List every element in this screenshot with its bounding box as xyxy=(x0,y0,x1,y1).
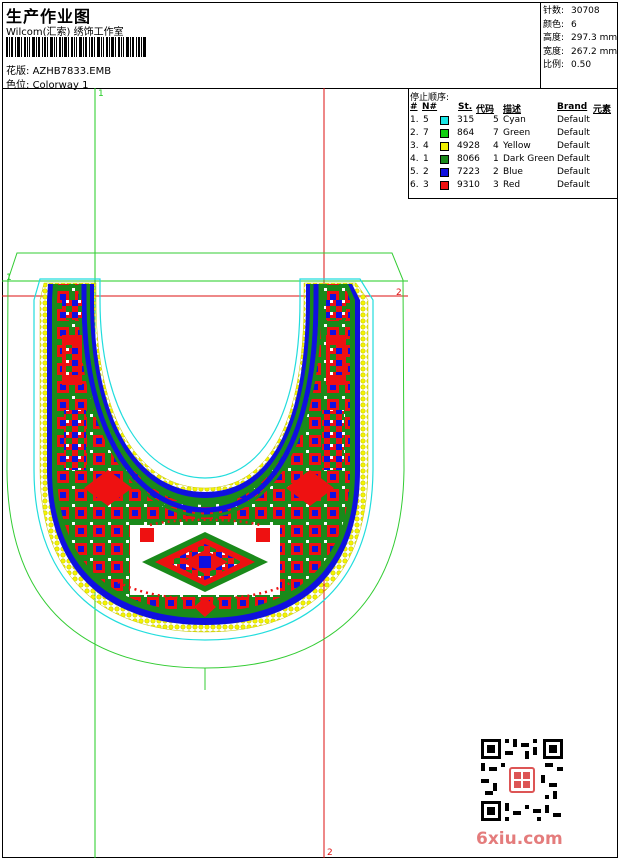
legend-row: 3. 4 4928 4 Yellow Default xyxy=(410,141,616,154)
legend-row: 6. 3 9310 3 Red Default xyxy=(410,180,616,193)
color-swatch xyxy=(440,168,449,177)
stat-height: 高度: 297.3 mm xyxy=(543,33,618,43)
legend-cell-code: 4 xyxy=(493,141,499,151)
legend-cell-num: 3. xyxy=(410,141,419,151)
legend-cell-st: 315 xyxy=(457,115,475,125)
legend-cell-code: 1 xyxy=(493,154,499,164)
embroidery-preview: 1 2 1 2 xyxy=(2,88,408,858)
barcode xyxy=(6,37,146,57)
color-swatch xyxy=(440,155,449,164)
legend-cell-no: 1 xyxy=(423,154,429,164)
color-swatch xyxy=(440,181,449,190)
legend-cell-brand: Default xyxy=(557,180,590,190)
legend-cell-desc: Green xyxy=(503,128,531,138)
stat-stitches: 针数: 30708 xyxy=(543,6,600,16)
legend-cell-no: 2 xyxy=(423,167,429,177)
legend-cell-no: 4 xyxy=(423,141,429,151)
stat-colors: 颜色: 6 xyxy=(543,19,577,30)
legend-cell-num: 4. xyxy=(410,154,419,164)
legend-cell-code: 2 xyxy=(493,167,499,177)
legend-row: 2. 7 864 7 Green Default xyxy=(410,128,616,141)
col-st: St. xyxy=(458,102,473,112)
legend-cell-desc: Blue xyxy=(503,167,523,177)
stat-width: 宽度: 267.2 mm xyxy=(543,46,618,57)
col-code: 代码 xyxy=(476,105,495,115)
legend-cell-brand: Default xyxy=(557,154,590,164)
legend-cell-num: 1. xyxy=(410,115,419,125)
col-num: # xyxy=(410,102,418,112)
legend-cell-st: 9310 xyxy=(457,180,480,190)
legend-cell-brand: Default xyxy=(557,141,590,151)
design-file: 花版: AZHB7833.EMB xyxy=(6,62,111,77)
legend-cell-desc: Dark Green xyxy=(503,154,555,164)
color-swatch xyxy=(440,129,449,138)
legend-cell-st: 4928 xyxy=(457,141,480,151)
qr-code xyxy=(481,739,563,821)
watermark: 6xiu.com xyxy=(476,829,563,849)
legend-cell-desc: Cyan xyxy=(503,115,526,125)
legend-cell-desc: Yellow xyxy=(503,141,531,151)
studio-name: Wilcom(汇索) 绣饰工作室 xyxy=(6,27,124,38)
legend-cell-brand: Default xyxy=(557,128,590,138)
legend-cell-st: 864 xyxy=(457,128,475,138)
stats-panel: 针数: 30708 颜色: 6 高度: 297.3 mm 宽度: 267.2 mm 比例… xyxy=(543,5,617,73)
legend-cell-st: 7223 xyxy=(457,167,480,177)
legend-cell-no: 3 xyxy=(423,180,429,190)
legend-row: 5. 2 7223 2 Blue Default xyxy=(410,167,616,180)
legend-row: 1. 5 315 5 Cyan Default xyxy=(410,115,616,128)
legend-cell-code: 7 xyxy=(493,128,499,138)
legend-cell-brand: Default xyxy=(557,167,590,177)
guide-label-v1: 1 xyxy=(98,89,104,99)
legend-cell-no: 7 xyxy=(423,128,429,138)
legend-cell-num: 2. xyxy=(410,128,419,138)
legend-cell-code: 3 xyxy=(493,180,499,190)
legend-cell-brand: Default xyxy=(557,115,590,125)
stop-sequence-legend: 停止顺序: # N# St. 代码 描述 Brand 元素 1. 5 315 5 Cya… xyxy=(410,90,616,196)
guide-label-h2: 2 xyxy=(396,288,402,298)
legend-cell-code: 5 xyxy=(493,115,499,125)
color-swatch xyxy=(440,116,449,125)
legend-row: 4. 1 8066 1 Dark Green Default xyxy=(410,154,616,167)
stat-scale: 比例: 0.50 xyxy=(543,60,592,70)
col-elem: 元素 xyxy=(593,105,612,115)
legend-cell-no: 5 xyxy=(423,115,429,125)
guide-label-v2: 2 xyxy=(327,848,333,858)
legend-cell-num: 5. xyxy=(410,167,419,177)
color-swatch xyxy=(440,142,449,151)
legend-cell-st: 8066 xyxy=(457,154,480,164)
stats-divider xyxy=(540,2,541,88)
legend-cell-num: 6. xyxy=(410,180,419,190)
legend-cell-desc: Red xyxy=(503,180,521,190)
col-no: N# xyxy=(422,102,438,112)
col-desc: 描述 xyxy=(503,105,522,115)
guide-label-h1: 1 xyxy=(6,273,12,283)
legend-bottom-border xyxy=(408,198,618,199)
legend-left-border xyxy=(408,88,409,198)
col-brand: Brand xyxy=(557,102,588,112)
